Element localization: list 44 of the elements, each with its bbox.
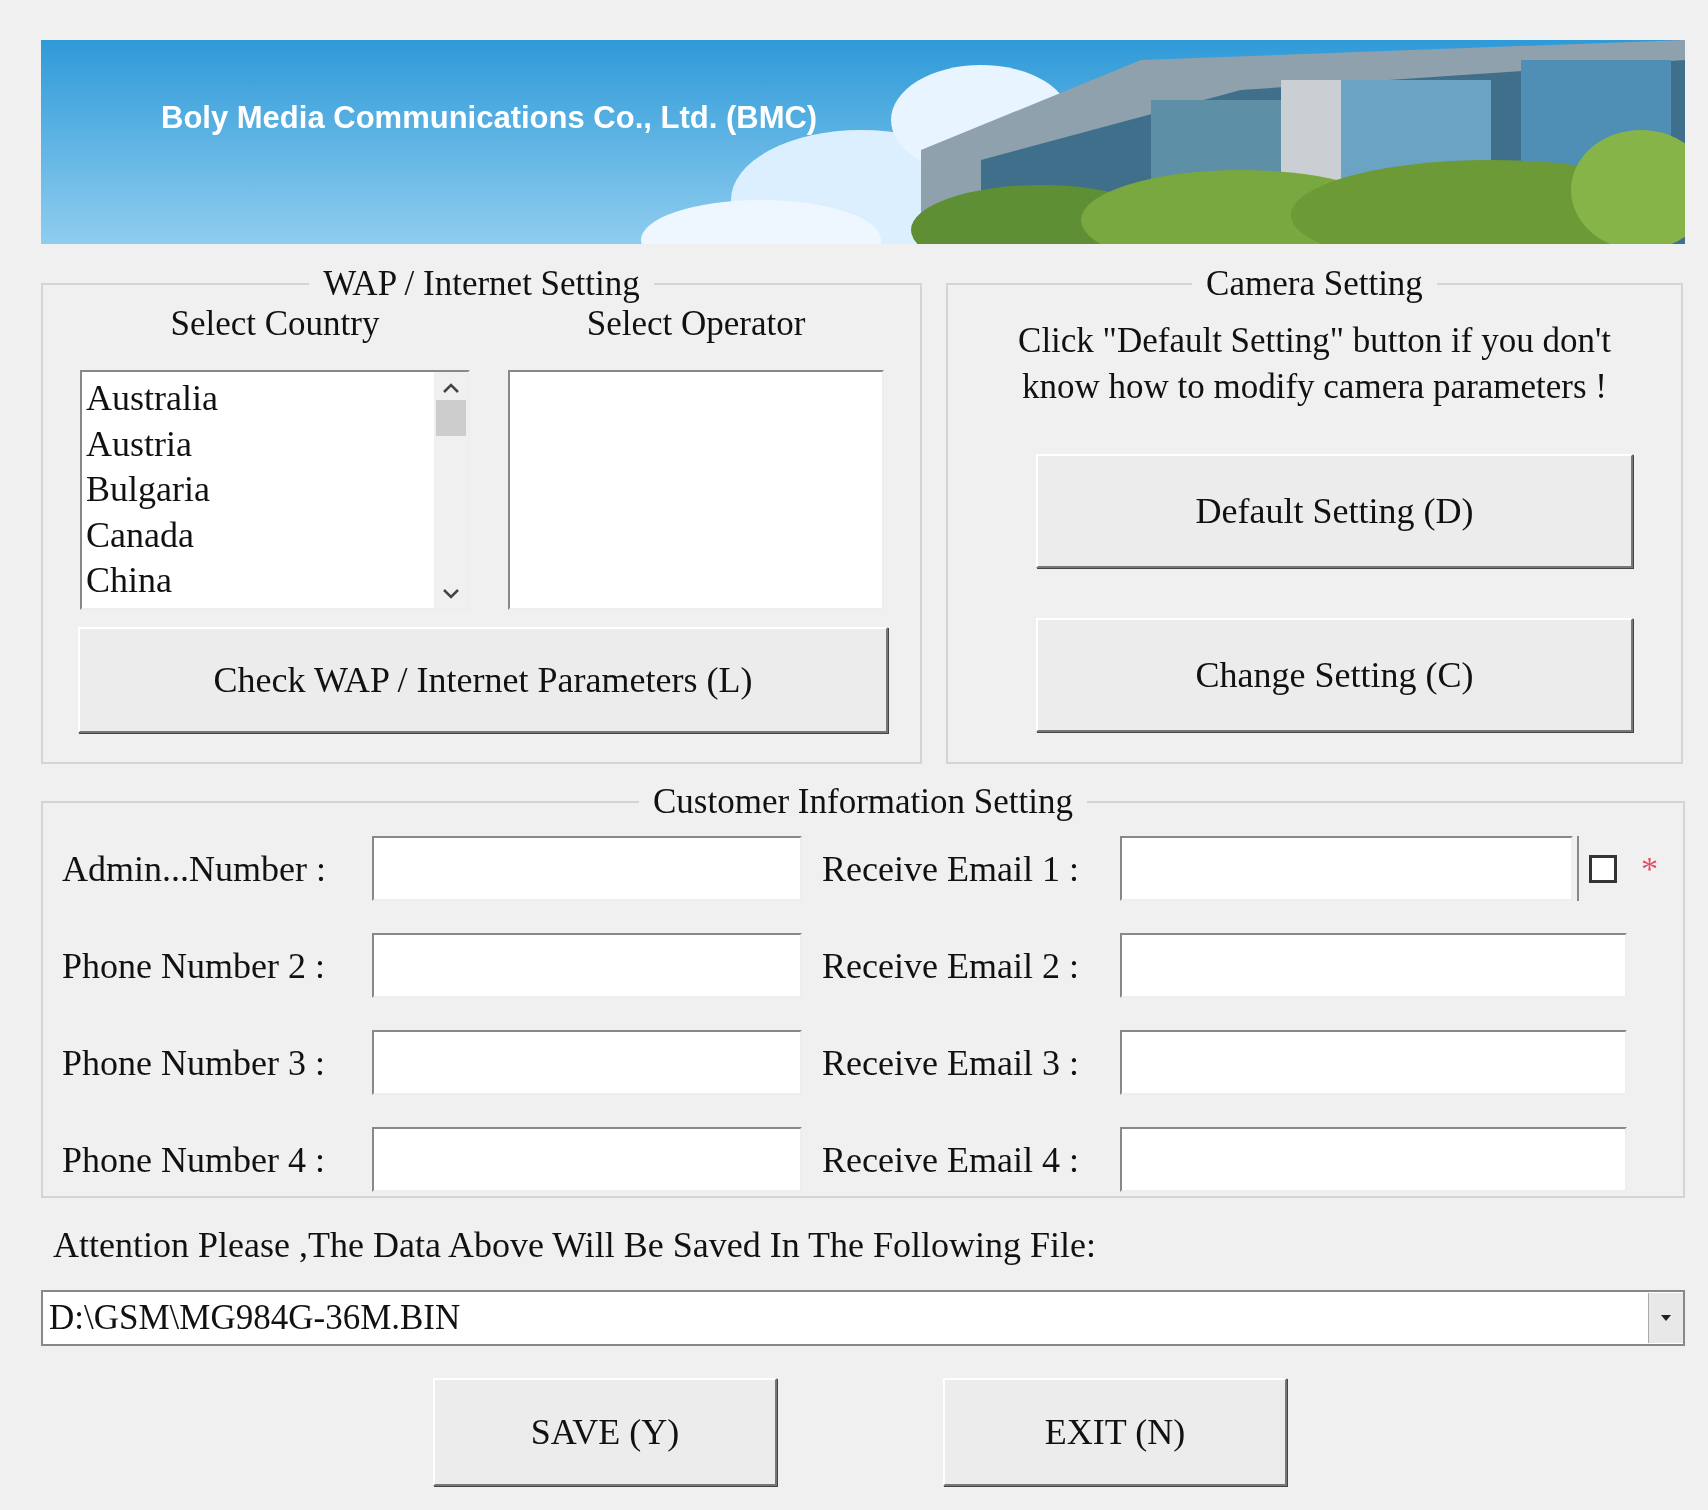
list-item[interactable]: Australia (86, 376, 430, 422)
group-title: WAP / Internet Setting (322, 264, 641, 304)
file-combo[interactable]: D:\GSM\MG984G-36M.BIN (41, 1290, 1685, 1346)
checkbox[interactable] (1589, 854, 1617, 883)
camera-note: Click "Default Setting" button if you don't know how to modify camera parameters ! (1017, 320, 1612, 408)
field-label: Receive Email 4 : (821, 1138, 1080, 1181)
dropdown-button[interactable] (1648, 1293, 1683, 1343)
required-mark: * (1641, 849, 1658, 888)
phone-field[interactable] (372, 1127, 802, 1192)
group-title: Customer Information Setting (652, 782, 1074, 822)
setting-button[interactable]: Default Setting (D) (1036, 454, 1633, 568)
list-item[interactable]: Austria (86, 421, 430, 467)
phone-field[interactable] (372, 1030, 802, 1095)
field-label: Receive Email 3 : (821, 1041, 1080, 1084)
list-item[interactable]: Canada (86, 512, 430, 558)
combo-value: D:\GSM\MG984G-36M.BIN (48, 1298, 461, 1338)
list-item[interactable]: Bulgaria (86, 467, 430, 513)
field-label: Receive Email 2 : (821, 944, 1080, 987)
country-list[interactable]: Australia Austria Bulgaria Canada China (80, 370, 470, 610)
banner-title: Boly Media Communications Co., Ltd. (BMC) (161, 100, 818, 136)
field-label: Phone Number 2 : (62, 944, 326, 987)
field-label: Receive Email 1 : (821, 847, 1080, 890)
email-field[interactable] (1120, 1030, 1627, 1095)
dialog-button[interactable]: SAVE (Y) (433, 1378, 777, 1486)
email-field[interactable] (1120, 933, 1627, 998)
field-label: Admin...Number : (62, 847, 327, 890)
phone-field[interactable] (372, 933, 802, 998)
column-label: Select Country (169, 304, 381, 345)
column-label: Select Operator (585, 304, 807, 345)
email-field[interactable] (1120, 836, 1573, 901)
check-parameters-button[interactable]: Check WAP / Internet Parameters (L) (78, 627, 888, 733)
list-item[interactable]: China (86, 558, 430, 604)
scroll-down-icon[interactable] (442, 588, 460, 600)
attention-text: Attention Please ,The Data Above Will Be Saved In The Following File: (53, 1224, 1098, 1266)
group-title: Camera Setting (1205, 264, 1424, 304)
setting-button[interactable]: Change Setting (C) (1036, 618, 1633, 732)
field-label: Phone Number 3 : (62, 1041, 326, 1084)
dropdown-arrow-icon (1660, 1314, 1672, 1322)
field-label: Phone Number 4 : (62, 1138, 326, 1181)
scroll-up-icon[interactable] (442, 382, 460, 394)
phone-field[interactable] (372, 836, 802, 901)
email-field[interactable] (1120, 1127, 1627, 1192)
dialog-button[interactable]: EXIT (N) (943, 1378, 1287, 1486)
scroll-thumb[interactable] (436, 400, 466, 436)
